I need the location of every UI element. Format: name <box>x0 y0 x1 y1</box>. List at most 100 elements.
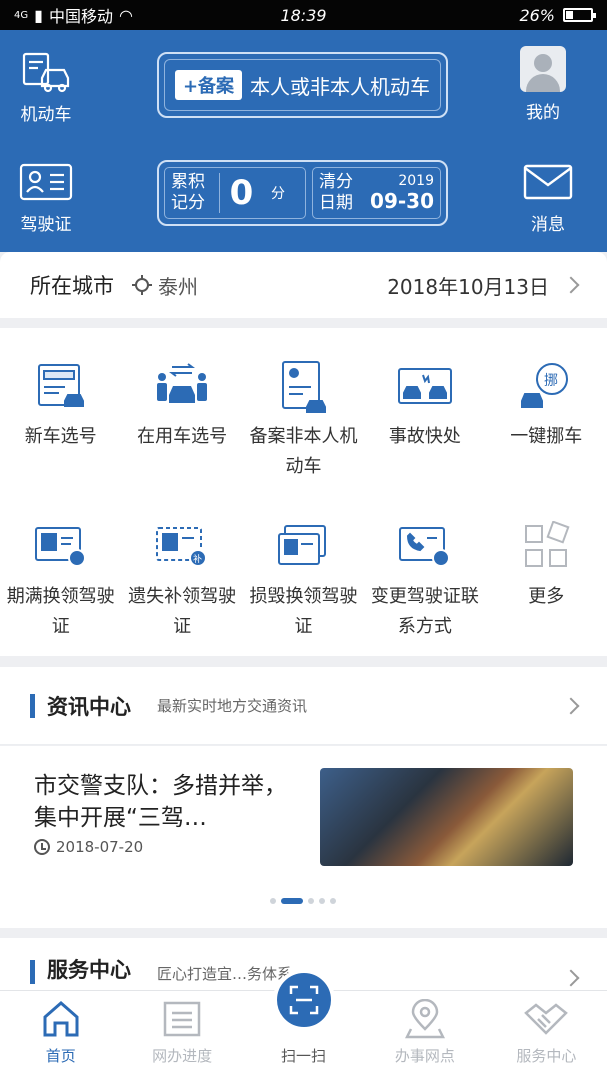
chevron-right-icon <box>562 276 580 294</box>
city-row[interactable]: 所在城市 泰州 2018年10月13日 <box>0 252 607 318</box>
more-grid-icon <box>516 518 576 574</box>
plate-icon <box>31 358 91 414</box>
service-item[interactable]: 事故快处 <box>364 358 485 518</box>
clear-month-day: 09-30 <box>370 189 434 213</box>
status-bar: 4G ▮ 中国移动 ◠ 18:39 26% <box>0 0 607 30</box>
license-label: 驾驶证 <box>20 215 72 235</box>
news-item-date: 2018-07-20 <box>34 838 143 856</box>
service-label: 损毁换领驾驶证 <box>249 586 358 637</box>
scan-icon <box>272 969 335 1031</box>
service-item[interactable]: 补 遗失补领驾驶证 <box>121 518 242 678</box>
points-unit: 分 <box>271 186 285 202</box>
vehicle-icon <box>18 50 74 94</box>
mine-label: 我的 <box>526 103 560 123</box>
service-label: 更多 <box>528 586 565 607</box>
license-reissue-icon: 补 <box>152 518 212 574</box>
news-title: 资讯中心 <box>47 694 131 719</box>
map-pin-icon <box>403 997 447 1041</box>
record-tag: +备案 <box>174 70 243 100</box>
mine-button[interactable]: 我的 <box>520 46 566 123</box>
score-panel[interactable]: 累积记分 0 分 清分日期 2019 09-30 <box>157 160 448 226</box>
clock-time: 18:39 <box>280 5 327 25</box>
header-panel: 机动车 +备案 本人或非本人机动车 我的 驾驶证 累积记分 0 分 清分日期 2… <box>0 30 607 252</box>
service-item[interactable]: 在用车选号 <box>121 358 242 518</box>
service-label: 变更驾驶证联系方式 <box>370 586 479 637</box>
tab-offices[interactable]: 办事网点 <box>364 991 485 1080</box>
network-label: 4G <box>14 9 29 21</box>
service-item[interactable]: 损毁换领驾驶证 <box>243 518 364 678</box>
battery-icon <box>563 8 596 22</box>
service-item[interactable]: 期满换领驾驶证 <box>0 518 121 678</box>
signal-icon: ▮ <box>34 5 43 25</box>
service-item[interactable]: 挪 一键挪车 <box>486 358 607 518</box>
points-segment: 累积记分 0 分 <box>164 167 306 219</box>
tab-scan[interactable]: 扫一扫 <box>243 969 364 1080</box>
record-doc-icon <box>273 358 333 414</box>
license-icon <box>18 160 74 204</box>
tab-label: 首页 <box>45 1047 76 1065</box>
car-exchange-icon <box>152 358 212 414</box>
points-label: 累积记分 <box>171 172 205 213</box>
service-label: 事故快处 <box>388 426 461 447</box>
carousel-indicator <box>270 898 336 904</box>
tab-service-center[interactable]: 服务中心 <box>486 991 607 1080</box>
service-label: 遗失补领驾驶证 <box>128 586 237 637</box>
tab-home[interactable]: 首页 <box>0 991 121 1080</box>
chevron-right-icon <box>562 969 580 987</box>
license-damaged-icon <box>273 518 333 574</box>
wifi-icon: ◠ <box>118 5 133 25</box>
avatar <box>520 46 566 92</box>
battery-percent: 26% <box>519 5 555 25</box>
clear-label: 清分日期 <box>319 172 353 213</box>
license-renew-icon <box>31 518 91 574</box>
message-button[interactable]: 消息 <box>520 160 576 235</box>
tab-label: 扫一扫 <box>281 1047 327 1065</box>
service-item[interactable]: 新车选号 <box>0 358 121 518</box>
chevron-right-icon <box>562 697 580 714</box>
service-label: 一键挪车 <box>510 426 583 447</box>
news-subtitle: 最新实时地方交通资讯 <box>157 697 308 715</box>
service-label: 新车选号 <box>24 426 97 447</box>
news-image <box>320 768 573 866</box>
service-label: 在用车选号 <box>137 426 228 447</box>
record-vehicle-button[interactable]: +备案 本人或非本人机动车 <box>157 52 448 118</box>
service-label: 期满换领驾驶证 <box>6 586 115 637</box>
contact-change-icon <box>395 518 455 574</box>
carrier-label: 中国移动 <box>48 7 113 26</box>
service-item[interactable]: 更多 <box>486 518 607 678</box>
city-name: 泰州 <box>158 274 198 299</box>
clear-date-segment: 清分日期 2019 09-30 <box>312 167 441 219</box>
current-date: 2018年10月13日 <box>387 274 549 299</box>
service-center-subtitle: 匠心打造宜…务体系 <box>157 965 293 983</box>
home-icon <box>39 997 83 1041</box>
news-item-title: 市交警支队：多措并举，集中开展“三驾… <box>34 773 287 831</box>
move-car-icon: 挪 <box>516 358 576 414</box>
news-header[interactable]: 资讯中心 最新实时地方交通资讯 <box>0 667 607 745</box>
city-label: 所在城市 <box>30 274 114 298</box>
accident-icon <box>395 358 455 414</box>
vehicle-label: 机动车 <box>20 105 72 125</box>
mail-icon <box>520 160 576 204</box>
tab-label: 服务中心 <box>516 1047 577 1065</box>
service-item[interactable]: 备案非本人机动车 <box>243 358 364 518</box>
service-item[interactable]: 变更驾驶证联系方式 <box>364 518 485 678</box>
license-button[interactable]: 驾驶证 <box>18 160 74 235</box>
tab-progress[interactable]: 网办进度 <box>121 991 242 1080</box>
clear-year: 2019 <box>398 173 434 189</box>
record-text: 本人或非本人机动车 <box>250 74 431 99</box>
bottom-tab-bar: 首页 网办进度 扫一扫 办事网点 服务中心 <box>0 969 607 1080</box>
service-center-title: 服务中心 <box>47 958 131 982</box>
handshake-icon <box>524 997 569 1041</box>
progress-list-icon <box>160 997 204 1041</box>
news-carousel[interactable]: 市交警支队：多措并举，集中开展“三驾… 2018-07-20 <box>0 746 607 928</box>
locate-icon <box>132 275 152 295</box>
service-grid: 新车选号 在用车选号 备案非本人机动车 事故快处 挪 一键挪车 期满换领驾驶证 … <box>0 328 607 656</box>
section-accent <box>30 693 35 718</box>
message-label: 消息 <box>531 215 565 235</box>
tab-label: 办事网点 <box>394 1047 455 1065</box>
vehicle-button[interactable]: 机动车 <box>18 50 74 125</box>
service-label: 备案非本人机动车 <box>249 426 358 477</box>
section-accent <box>30 960 35 984</box>
tab-label: 网办进度 <box>152 1047 213 1065</box>
svg-text:挪: 挪 <box>544 373 558 389</box>
